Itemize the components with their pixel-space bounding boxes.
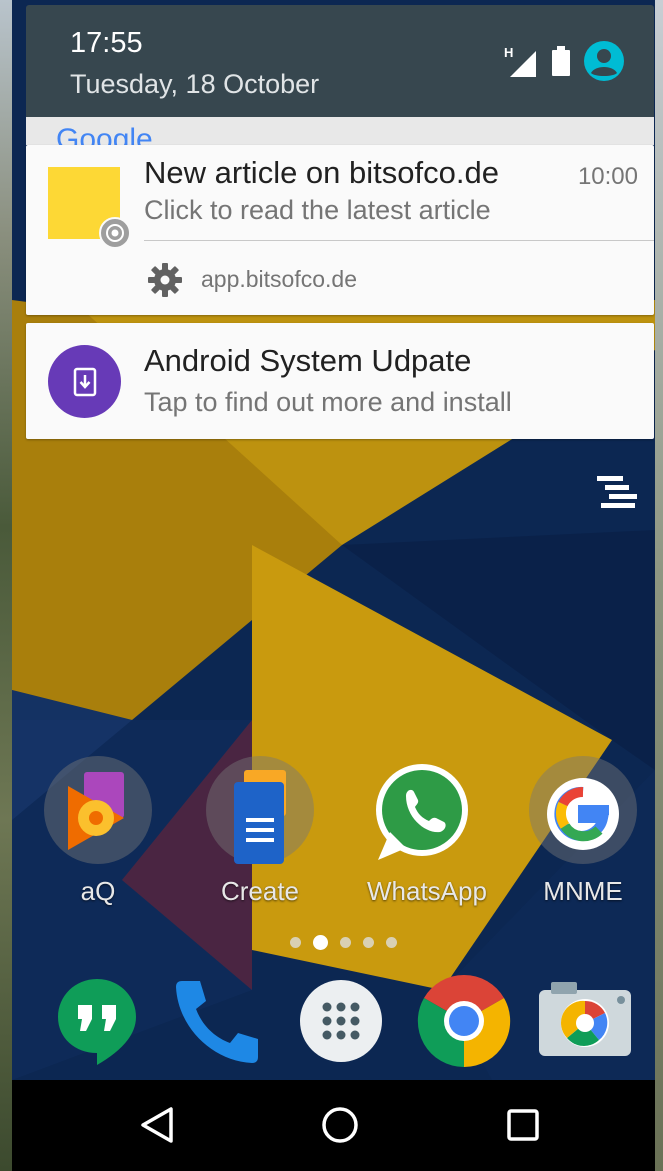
app-drawer-icon[interactable]	[298, 978, 388, 1068]
notification-text: Click to read the latest article	[144, 195, 491, 225]
page-dot	[340, 937, 351, 948]
app-label: aQ	[80, 876, 116, 906]
app-label: Create	[220, 876, 300, 906]
gear-icon[interactable]	[146, 261, 184, 304]
docs-folder-icon	[206, 756, 314, 864]
system-update-icon	[48, 345, 121, 418]
clock: 17:55	[70, 27, 143, 59]
app-label: MNME	[543, 876, 623, 906]
phone-icon[interactable]	[172, 975, 262, 1065]
notification-system-update[interactable]: Android System Udpate Tap to find out mo…	[26, 323, 654, 439]
whatsapp-icon	[368, 756, 476, 864]
camera-icon[interactable]	[537, 980, 631, 1070]
hangouts-icon[interactable]	[52, 975, 142, 1065]
google-logo-text: Google	[56, 123, 153, 145]
page-indicator	[290, 935, 397, 950]
app-label: WhatsApp	[367, 876, 487, 906]
notification-bitsofco[interactable]: New article on bitsofco.de Click to read…	[26, 145, 654, 315]
notification-time: 10:00	[577, 163, 638, 190]
chrome-icon	[99, 217, 131, 249]
app-whatsapp[interactable]: WhatsApp	[367, 756, 487, 907]
page-dot-active	[313, 935, 328, 950]
google-folder-icon	[529, 756, 637, 864]
notification-title: New article on bitsofco.de	[144, 155, 499, 190]
chrome-icon[interactable]	[416, 973, 512, 1069]
recents-icon[interactable]	[498, 1100, 548, 1150]
page-dot	[386, 937, 397, 948]
battery-icon	[552, 46, 570, 81]
account-icon[interactable]	[584, 41, 624, 86]
phone-screen: 17:55 Tuesday, 18 October H Google New a…	[12, 0, 655, 1171]
notification-text: Tap to find out more and install	[144, 387, 512, 417]
system-icons: H	[504, 41, 624, 86]
network-type-label: H	[504, 44, 514, 60]
app-folder-create[interactable]: Create	[205, 756, 315, 907]
page-dot	[363, 937, 374, 948]
app-folder-aq[interactable]: aQ	[43, 756, 153, 907]
notification-source[interactable]: app.bitsofco.de	[201, 266, 357, 293]
divider	[144, 240, 654, 241]
play-music-folder-icon	[44, 756, 152, 864]
desktop-background-right	[655, 0, 663, 1171]
signal-icon: H	[504, 45, 538, 79]
navigation-bar	[12, 1080, 655, 1171]
home-icon[interactable]	[315, 1100, 365, 1150]
app-folder-mnme[interactable]: MNME	[528, 756, 638, 907]
notification-overflow-icon[interactable]	[595, 474, 641, 510]
back-icon[interactable]	[132, 1100, 182, 1150]
notification-title: Android System Udpate	[144, 343, 472, 378]
google-search-peek: Google	[26, 117, 654, 145]
notification-header: 17:55 Tuesday, 18 October H	[26, 5, 654, 117]
page-dot	[290, 937, 301, 948]
desktop-background-left	[0, 0, 12, 1171]
date[interactable]: Tuesday, 18 October	[70, 69, 319, 100]
